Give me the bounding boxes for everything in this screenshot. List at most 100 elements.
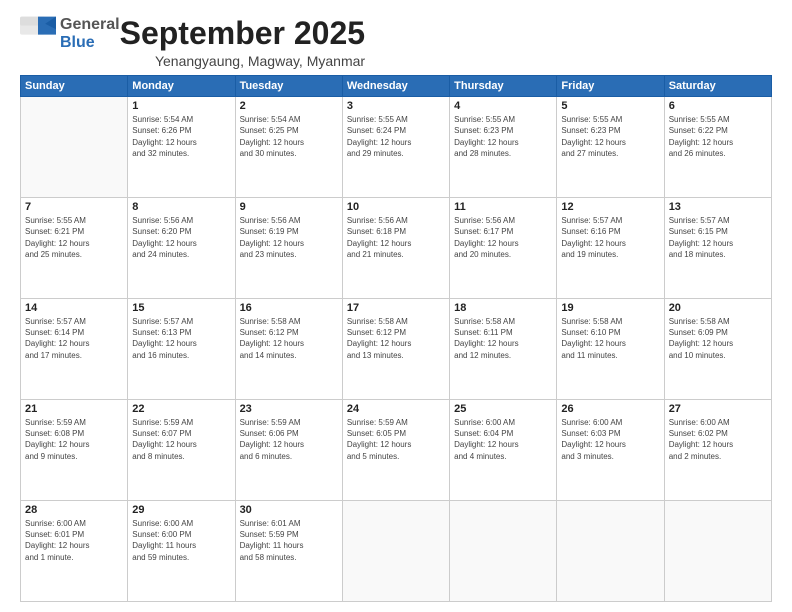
- table-row: 26Sunrise: 6:00 AMSunset: 6:03 PMDayligh…: [557, 400, 664, 501]
- table-row: 27 Sunrise: 6:00 AMSunset: 6:02 PMDayligh…: [664, 400, 771, 501]
- day-info: Sunrise: 5:56 AMSunset: 6:19 PMDaylight:…: [240, 215, 338, 260]
- table-row: 9 Sunrise: 5:56 AMSunset: 6:19 PMDaylight…: [235, 198, 342, 299]
- day-info: Sunrise: 5:56 AMSunset: 6:18 PMDaylight:…: [347, 215, 445, 260]
- day-number: 16: [240, 302, 338, 314]
- day-info: Sunrise: 5:55 AMSunset: 6:24 PMDaylight:…: [347, 114, 445, 159]
- table-row: [557, 501, 664, 602]
- logo: General Blue: [20, 16, 120, 51]
- table-row: 25Sunrise: 6:00 AMSunset: 6:04 PMDayligh…: [450, 400, 557, 501]
- day-number: 23: [240, 403, 338, 415]
- table-row: 16 Sunrise: 5:58 AMSunset: 6:12 PMDayligh…: [235, 299, 342, 400]
- calendar-week-row: 28 Sunrise: 6:00 AMSunset: 6:01 PMDayligh…: [21, 501, 772, 602]
- header-saturday: Saturday: [664, 76, 771, 97]
- day-info: Sunrise: 5:59 AMSunset: 6:06 PMDaylight:…: [240, 417, 338, 462]
- day-info: Sunrise: 5:57 AMSunset: 6:14 PMDaylight:…: [25, 316, 123, 361]
- table-row: 21Sunrise: 5:59 AMSunset: 6:08 PMDayligh…: [21, 400, 128, 501]
- table-row: 12 Sunrise: 5:57 AMSunset: 6:16 PMDayligh…: [557, 198, 664, 299]
- day-number: 11: [454, 201, 552, 213]
- month-title: September 2025: [120, 16, 365, 51]
- table-row: [21, 97, 128, 198]
- table-row: 20Sunrise: 5:58 AMSunset: 6:09 PMDayligh…: [664, 299, 771, 400]
- table-row: 23 Sunrise: 5:59 AMSunset: 6:06 PMDayligh…: [235, 400, 342, 501]
- title-area: September 2025 Yenangyaung, Magway, Myan…: [120, 16, 365, 69]
- day-info: Sunrise: 5:56 AMSunset: 6:17 PMDaylight:…: [454, 215, 552, 260]
- header: General Blue September 2025 Yenangyaung,…: [20, 16, 772, 69]
- day-number: 15: [132, 302, 230, 314]
- table-row: 11 Sunrise: 5:56 AMSunset: 6:17 PMDayligh…: [450, 198, 557, 299]
- day-info: Sunrise: 5:58 AMSunset: 6:10 PMDaylight:…: [561, 316, 659, 361]
- day-number: 4: [454, 100, 552, 112]
- day-number: 24: [347, 403, 445, 415]
- day-number: 7: [25, 201, 123, 213]
- day-info: Sunrise: 5:55 AMSunset: 6:23 PMDaylight:…: [561, 114, 659, 159]
- day-info: Sunrise: 5:59 AMSunset: 6:08 PMDaylight:…: [25, 417, 123, 462]
- day-info: Sunrise: 6:00 AMSunset: 6:02 PMDaylight:…: [669, 417, 767, 462]
- header-sunday: Sunday: [21, 76, 128, 97]
- day-info: Sunrise: 5:54 AMSunset: 6:26 PMDaylight:…: [132, 114, 230, 159]
- day-number: 3: [347, 100, 445, 112]
- day-info: Sunrise: 5:55 AMSunset: 6:23 PMDaylight:…: [454, 114, 552, 159]
- table-row: 28 Sunrise: 6:00 AMSunset: 6:01 PMDayligh…: [21, 501, 128, 602]
- table-row: 10 Sunrise: 5:56 AMSunset: 6:18 PMDayligh…: [342, 198, 449, 299]
- day-number: 5: [561, 100, 659, 112]
- day-number: 25: [454, 403, 552, 415]
- day-number: 2: [240, 100, 338, 112]
- day-number: 14: [25, 302, 123, 314]
- day-number: 29: [132, 504, 230, 516]
- day-info: Sunrise: 5:58 AMSunset: 6:12 PMDaylight:…: [240, 316, 338, 361]
- table-row: 30 Sunrise: 6:01 AMSunset: 5:59 PMDayligh…: [235, 501, 342, 602]
- header-tuesday: Tuesday: [235, 76, 342, 97]
- table-row: 3 Sunrise: 5:55 AMSunset: 6:24 PMDaylight…: [342, 97, 449, 198]
- table-row: 15Sunrise: 5:57 AMSunset: 6:13 PMDayligh…: [128, 299, 235, 400]
- day-info: Sunrise: 5:57 AMSunset: 6:15 PMDaylight:…: [669, 215, 767, 260]
- table-row: [450, 501, 557, 602]
- table-row: 7Sunrise: 5:55 AMSunset: 6:21 PMDaylight…: [21, 198, 128, 299]
- day-number: 26: [561, 403, 659, 415]
- table-row: 1Sunrise: 5:54 AMSunset: 6:26 PMDaylight…: [128, 97, 235, 198]
- calendar-week-row: 1Sunrise: 5:54 AMSunset: 6:26 PMDaylight…: [21, 97, 772, 198]
- calendar-week-row: 14 Sunrise: 5:57 AMSunset: 6:14 PMDayligh…: [21, 299, 772, 400]
- day-number: 12: [561, 201, 659, 213]
- calendar-week-row: 21Sunrise: 5:59 AMSunset: 6:08 PMDayligh…: [21, 400, 772, 501]
- day-number: 18: [454, 302, 552, 314]
- table-row: 6 Sunrise: 5:55 AMSunset: 6:22 PMDaylight…: [664, 97, 771, 198]
- day-number: 10: [347, 201, 445, 213]
- day-info: Sunrise: 6:01 AMSunset: 5:59 PMDaylight:…: [240, 518, 338, 563]
- logo-icon: [20, 16, 56, 51]
- table-row: 18 Sunrise: 5:58 AMSunset: 6:11 PMDayligh…: [450, 299, 557, 400]
- location-subtitle: Yenangyaung, Magway, Myanmar: [120, 53, 365, 69]
- day-info: Sunrise: 5:59 AMSunset: 6:07 PMDaylight:…: [132, 417, 230, 462]
- table-row: 29 Sunrise: 6:00 AMSunset: 6:00 PMDayligh…: [128, 501, 235, 602]
- day-number: 30: [240, 504, 338, 516]
- day-info: Sunrise: 6:00 AMSunset: 6:00 PMDaylight:…: [132, 518, 230, 563]
- day-number: 6: [669, 100, 767, 112]
- logo-text: General Blue: [60, 16, 120, 51]
- table-row: 19 Sunrise: 5:58 AMSunset: 6:10 PMDayligh…: [557, 299, 664, 400]
- calendar-week-row: 7Sunrise: 5:55 AMSunset: 6:21 PMDaylight…: [21, 198, 772, 299]
- table-row: 8 Sunrise: 5:56 AMSunset: 6:20 PMDaylight…: [128, 198, 235, 299]
- day-number: 28: [25, 504, 123, 516]
- day-info: Sunrise: 6:00 AMSunset: 6:01 PMDaylight:…: [25, 518, 123, 563]
- table-row: 17Sunrise: 5:58 AMSunset: 6:12 PMDayligh…: [342, 299, 449, 400]
- day-info: Sunrise: 5:59 AMSunset: 6:05 PMDaylight:…: [347, 417, 445, 462]
- day-info: Sunrise: 5:56 AMSunset: 6:20 PMDaylight:…: [132, 215, 230, 260]
- table-row: 5 Sunrise: 5:55 AMSunset: 6:23 PMDaylight…: [557, 97, 664, 198]
- day-info: Sunrise: 5:58 AMSunset: 6:12 PMDaylight:…: [347, 316, 445, 361]
- header-monday: Monday: [128, 76, 235, 97]
- day-info: Sunrise: 5:54 AMSunset: 6:25 PMDaylight:…: [240, 114, 338, 159]
- table-row: 24 Sunrise: 5:59 AMSunset: 6:05 PMDayligh…: [342, 400, 449, 501]
- day-info: Sunrise: 5:55 AMSunset: 6:22 PMDaylight:…: [669, 114, 767, 159]
- table-row: [342, 501, 449, 602]
- day-info: Sunrise: 5:58 AMSunset: 6:11 PMDaylight:…: [454, 316, 552, 361]
- day-info: Sunrise: 5:57 AMSunset: 6:16 PMDaylight:…: [561, 215, 659, 260]
- day-number: 9: [240, 201, 338, 213]
- calendar-table: Sunday Monday Tuesday Wednesday Thursday…: [20, 75, 772, 602]
- day-number: 19: [561, 302, 659, 314]
- table-row: 14 Sunrise: 5:57 AMSunset: 6:14 PMDayligh…: [21, 299, 128, 400]
- header-friday: Friday: [557, 76, 664, 97]
- day-number: 27: [669, 403, 767, 415]
- day-info: Sunrise: 5:58 AMSunset: 6:09 PMDaylight:…: [669, 316, 767, 361]
- table-row: [664, 501, 771, 602]
- day-number: 8: [132, 201, 230, 213]
- header-thursday: Thursday: [450, 76, 557, 97]
